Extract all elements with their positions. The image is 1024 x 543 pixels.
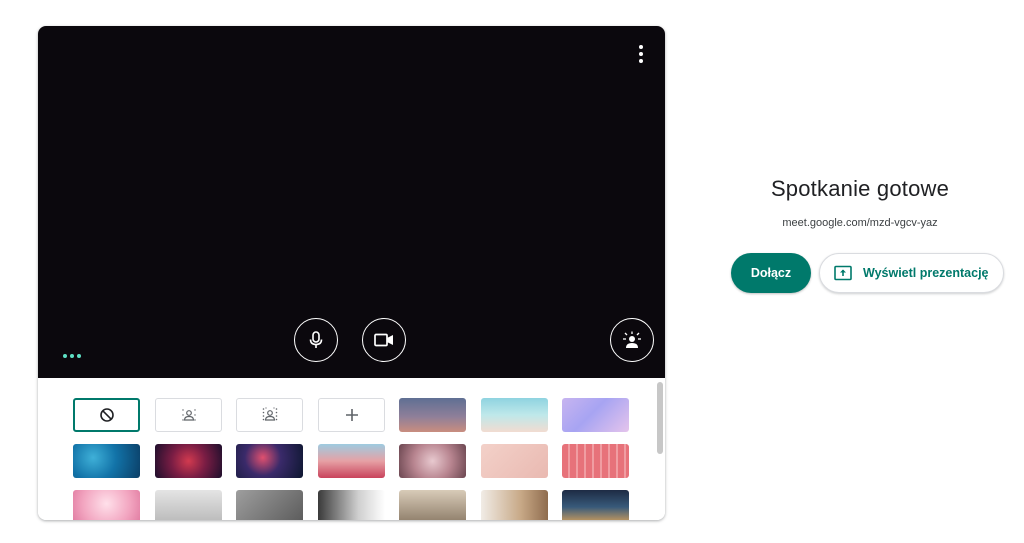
- add-icon: [345, 409, 358, 421]
- background-flowers[interactable]: [318, 444, 385, 478]
- present-button-label: Wyświetl prezentację: [863, 266, 989, 280]
- microphone-button[interactable]: [294, 318, 338, 362]
- microphone-icon: [309, 331, 323, 348]
- add-background-option[interactable]: [318, 398, 385, 432]
- meeting-url: meet.google.com/mzd-vgcv-yaz: [782, 217, 938, 229]
- self-video-preview: [38, 26, 665, 378]
- background-pink-pattern[interactable]: [562, 444, 629, 478]
- background-loft[interactable]: [236, 490, 303, 520]
- audio-indicator-icon: [63, 354, 81, 358]
- no-effect-icon: [99, 408, 114, 422]
- background-picker-scrollbar[interactable]: [657, 382, 663, 454]
- camera-icon: [374, 333, 393, 347]
- background-water[interactable]: [73, 444, 140, 478]
- join-button[interactable]: Dołącz: [731, 253, 811, 293]
- background-picker: [38, 378, 665, 520]
- background-fireworks[interactable]: [236, 444, 303, 478]
- camera-button[interactable]: [362, 318, 406, 362]
- slight-blur-option[interactable]: [155, 398, 222, 432]
- background-petals[interactable]: [399, 444, 466, 478]
- slight-blur-icon: [181, 409, 196, 421]
- present-button[interactable]: Wyświetl prezentację: [819, 253, 1004, 293]
- blur-option[interactable]: [236, 398, 303, 432]
- join-button-label: Dołącz: [750, 266, 792, 280]
- background-pink-dots[interactable]: [481, 444, 548, 478]
- background-clouds[interactable]: [562, 398, 629, 432]
- preview-card: [38, 26, 665, 520]
- present-screen-icon: [834, 265, 852, 281]
- page-title: Spotkanie gotowe: [770, 176, 950, 201]
- visual-effects-button[interactable]: [610, 318, 654, 362]
- background-shelves[interactable]: [399, 490, 466, 520]
- more-options-icon[interactable]: [631, 44, 651, 64]
- background-sunset[interactable]: [399, 398, 466, 432]
- no-effect-option[interactable]: [73, 398, 140, 432]
- background-confetti[interactable]: [73, 490, 140, 520]
- blur-icon: [262, 407, 277, 421]
- visual-effects-icon: [623, 331, 641, 348]
- background-beach[interactable]: [481, 398, 548, 432]
- background-office[interactable]: [155, 490, 222, 520]
- background-nebula[interactable]: [155, 444, 222, 478]
- background-building[interactable]: [562, 490, 629, 520]
- background-room[interactable]: [318, 490, 385, 520]
- background-library[interactable]: [481, 490, 548, 520]
